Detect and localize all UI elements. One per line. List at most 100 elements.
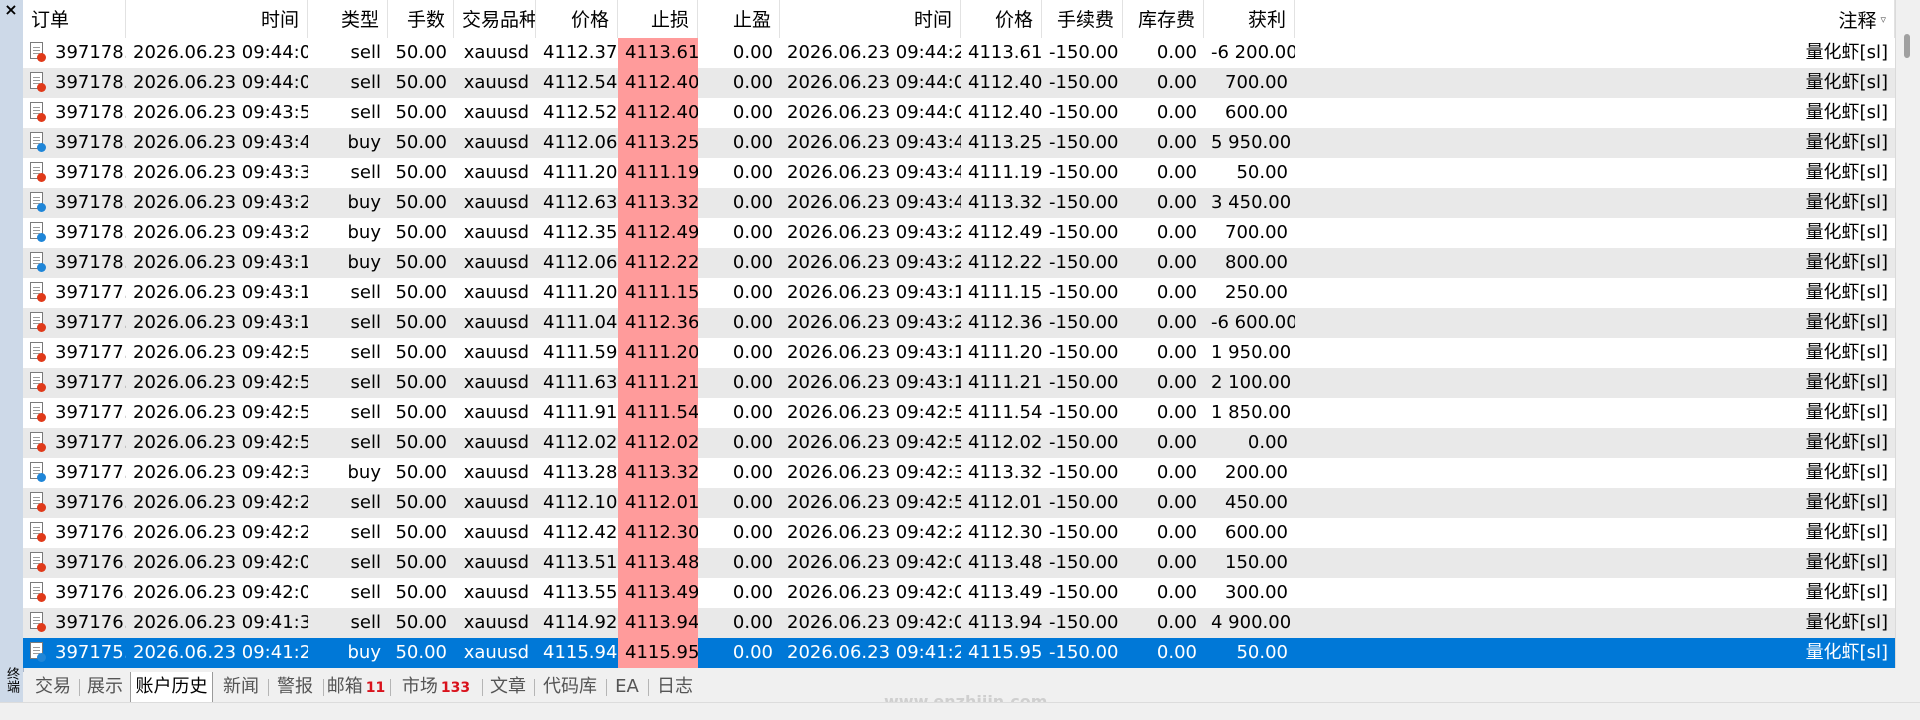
column-header-close-price[interactable]: 价格 [961, 0, 1042, 38]
table-row[interactable]: 397176… 2026.06.23 09:42:21 sell 50.00 xauus… [23, 518, 1895, 548]
cell-symbol: xauusd [463, 552, 529, 573]
table-row[interactable]: 397177… 2026.06.23 09:42:52 sell 50.00 xauus… [23, 428, 1895, 458]
cell-stop-loss: 4112.40 [618, 68, 698, 98]
table-row[interactable]: 397178… 2026.06.23 09:44:04 sell 50.00 xauus… [23, 38, 1895, 68]
table-row[interactable]: 397177… 2026.06.23 09:42:55 sell 50.00 xauus… [23, 338, 1895, 368]
tab-7[interactable]: 市场 133 [391, 672, 481, 702]
table-row[interactable]: 397178… 2026.06.23 09:43:22 buy 50.00 xauusd… [23, 218, 1895, 248]
cell-lots: 50.00 [395, 642, 447, 663]
column-header-close-time[interactable]: 时间 [780, 0, 961, 38]
column-header-comment[interactable]: 注释 ▿ [1295, 0, 1895, 38]
cell-swap: 0.00 [1156, 612, 1197, 633]
table-row[interactable]: 397177… 2026.06.23 09:42:30 buy 50.00 xauusd… [23, 458, 1895, 488]
tab-10[interactable]: EA [607, 672, 647, 702]
table-row[interactable]: 397177… 2026.06.23 09:42:52 sell 50.00 xauus… [23, 398, 1895, 428]
cell-commission: -150.00 [1049, 222, 1119, 243]
close-icon[interactable]: × [3, 1, 19, 19]
sell-order-icon [29, 522, 46, 543]
cell-order: 397176… [23, 518, 126, 548]
cell-commission: -150.00 [1049, 162, 1119, 183]
cell-close-time: 2026.06.23 09:42:53 [787, 492, 961, 513]
order-number: 397178… [55, 72, 126, 93]
table-row[interactable]: 397178… 2026.06.23 09:43:45 buy 50.00 xauusd… [23, 128, 1895, 158]
vertical-scrollbar[interactable] [1895, 0, 1920, 668]
cell-close-time: 2026.06.23 09:41:28 [787, 642, 961, 663]
tab-label: 新闻 [223, 676, 259, 697]
tab-9[interactable]: 代码库 [535, 672, 605, 702]
table-row[interactable]: 397178… 2026.06.23 09:43:19 buy 50.00 xauusd… [23, 248, 1895, 278]
cell-open-price: 4113.28 [543, 462, 618, 483]
cell-stop-loss: 4112.01 [618, 488, 698, 518]
scrollbar-thumb[interactable] [1904, 34, 1910, 58]
table-row[interactable]: 397178… 2026.06.23 09:43:24 buy 50.00 xauusd… [23, 188, 1895, 218]
cell-close-price: 4113.49 [968, 582, 1042, 603]
cell-take-profit: 0.00 [732, 612, 773, 633]
column-header-label: 手数 [406, 9, 445, 31]
cell-comment: 量化虾[sl] [1805, 102, 1888, 123]
cell-open-price: 4112.02 [543, 432, 618, 453]
cell-lots: 50.00 [395, 552, 447, 573]
tab-2[interactable]: 展示 [80, 672, 130, 702]
cell-open-price: 4112.54 [543, 72, 618, 93]
column-header-symbol[interactable]: 交易品种 [454, 0, 536, 38]
cell-type: buy [347, 222, 382, 243]
tab-5[interactable]: 警报 [268, 672, 322, 702]
column-header-open-time[interactable]: 时间 [126, 0, 308, 38]
cell-open-price: 4112.06 [543, 132, 618, 153]
cell-take-profit: 0.00 [732, 252, 773, 273]
column-header-take-profit[interactable]: 止盈 [698, 0, 780, 38]
cell-type: sell [350, 282, 381, 303]
tab-6[interactable]: 邮箱 11 [323, 672, 389, 702]
cell-order: 397178… [23, 158, 126, 188]
column-header-type[interactable]: 类型 [308, 0, 388, 38]
column-header-profit[interactable]: 获利 [1204, 0, 1295, 38]
tab-11[interactable]: 日志 [649, 672, 701, 702]
table-row[interactable]: 397177… 2026.06.23 09:42:55 sell 50.00 xauus… [23, 368, 1895, 398]
table-row[interactable]: 397175… 2026.06.23 09:41:24 buy 50.00 xauusd… [23, 638, 1895, 668]
column-header-swap[interactable]: 库存费 [1123, 0, 1204, 38]
table-row[interactable]: 397178… 2026.06.23 09:43:53 sell 50.00 xauus… [23, 98, 1895, 128]
cell-commission: -150.00 [1049, 642, 1119, 663]
tab-4[interactable]: 新闻 [215, 672, 267, 702]
column-header-lots[interactable]: 手数 [388, 0, 454, 38]
cell-commission: -150.00 [1049, 342, 1119, 363]
column-header-commission[interactable]: 手续费 [1042, 0, 1123, 38]
column-header-order[interactable]: 订单 [23, 0, 126, 38]
column-header-label: 交易品种 [462, 9, 536, 31]
table-row[interactable]: 397176… 2026.06.23 09:42:21 sell 50.00 xauus… [23, 488, 1895, 518]
cell-commission: -150.00 [1049, 42, 1119, 63]
cell-open-price: 4112.42 [543, 522, 618, 543]
cell-symbol: xauusd [463, 432, 529, 453]
cell-close-time: 2026.06.23 09:42:54 [787, 432, 961, 453]
table-row[interactable]: 397177… 2026.06.23 09:43:16 sell 50.00 xauus… [23, 308, 1895, 338]
cell-take-profit: 0.00 [732, 582, 773, 603]
column-header-stop-loss[interactable]: 止损 [618, 0, 698, 38]
cell-profit: 3 450.00 [1211, 192, 1292, 213]
table-row[interactable]: 397176… 2026.06.23 09:41:35 sell 50.00 xauus… [23, 608, 1895, 638]
tab-count-badge: 133 [440, 680, 471, 696]
tab-1[interactable]: 交易 [28, 672, 78, 702]
table-row[interactable]: 397178… 2026.06.23 09:43:36 sell 50.00 xauus… [23, 158, 1895, 188]
cell-profit: -6 600.00 [1211, 312, 1295, 333]
tab-8[interactable]: 文章 [483, 672, 533, 702]
cell-open-time: 2026.06.23 09:42:21 [133, 522, 308, 543]
tab-3[interactable]: 账户历史 [130, 672, 213, 703]
cell-symbol: xauusd [463, 522, 529, 543]
table-row[interactable]: 397176… 2026.06.23 09:42:04 sell 50.00 xauus… [23, 578, 1895, 608]
order-number: 397175… [55, 642, 126, 663]
cell-lots: 50.00 [395, 192, 447, 213]
cell-open-time: 2026.06.23 09:44:04 [133, 42, 308, 63]
cell-order: 397178… [23, 38, 126, 68]
cell-take-profit: 0.00 [732, 432, 773, 453]
cell-take-profit: 0.00 [732, 552, 773, 573]
table-row[interactable]: 397176… 2026.06.23 09:42:04 sell 50.00 xauus… [23, 548, 1895, 578]
cell-lots: 50.00 [395, 582, 447, 603]
table-row[interactable]: 397178… 2026.06.23 09:44:04 sell 50.00 xauus… [23, 68, 1895, 98]
cell-profit: 600.00 [1225, 522, 1288, 543]
table-row[interactable]: 397177… 2026.06.23 09:43:14 sell 50.00 xauus… [23, 278, 1895, 308]
cell-swap: 0.00 [1156, 222, 1197, 243]
cell-symbol: xauusd [463, 462, 529, 483]
cell-lots: 50.00 [395, 72, 447, 93]
column-header-open-price[interactable]: 价格 [536, 0, 618, 38]
cell-order: 397177… [23, 428, 126, 458]
